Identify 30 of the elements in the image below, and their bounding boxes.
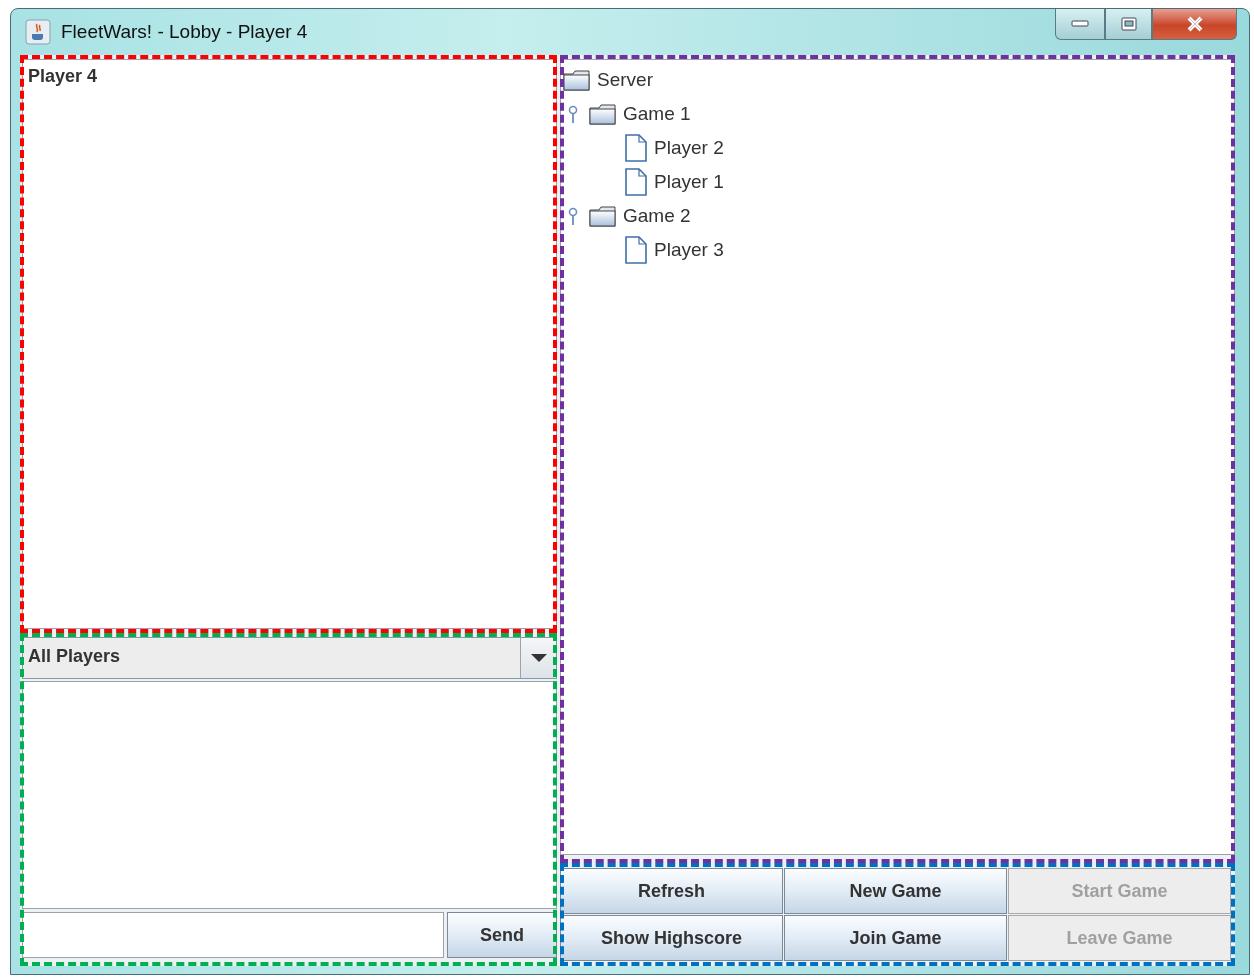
folder-icon	[589, 103, 617, 125]
message-input-field[interactable]	[22, 912, 444, 958]
caret-icon	[529, 653, 548, 663]
chat-message: Player 4	[28, 66, 99, 87]
window-title: FleetWars! - Lobby - Player 4	[61, 21, 309, 43]
send-button[interactable]: Send	[447, 912, 557, 958]
maximize-button[interactable]	[1105, 9, 1152, 40]
folder-icon	[589, 205, 617, 227]
document-icon	[624, 236, 648, 264]
close-button[interactable]	[1152, 9, 1237, 40]
tree-node[interactable]: Player 2	[654, 137, 724, 159]
minimize-icon	[1071, 20, 1089, 28]
tree-node[interactable]: Player 3	[654, 239, 724, 261]
tree-node[interactable]: Player 1	[654, 171, 724, 193]
expanded-handle-icon[interactable]	[566, 206, 580, 226]
minimize-button[interactable]	[1055, 9, 1105, 40]
action-button[interactable]: New Game	[784, 868, 1007, 914]
document-icon	[624, 134, 648, 162]
coffee-cup-icon	[25, 19, 51, 45]
action-button[interactable]: Join Game	[784, 915, 1007, 961]
tree-node[interactable]: Server	[597, 69, 653, 91]
recipient-dropdown[interactable]: All Players	[22, 637, 557, 679]
expanded-handle-icon[interactable]	[566, 104, 580, 124]
action-button[interactable]: Refresh	[560, 868, 783, 914]
tree-node[interactable]: Game 1	[623, 103, 691, 125]
maximize-icon	[1120, 17, 1137, 31]
folder-icon	[563, 69, 591, 91]
document-icon	[624, 168, 648, 196]
action-button[interactable]: Show Highscore	[560, 915, 783, 961]
tree-node[interactable]: Game 2	[623, 205, 691, 227]
